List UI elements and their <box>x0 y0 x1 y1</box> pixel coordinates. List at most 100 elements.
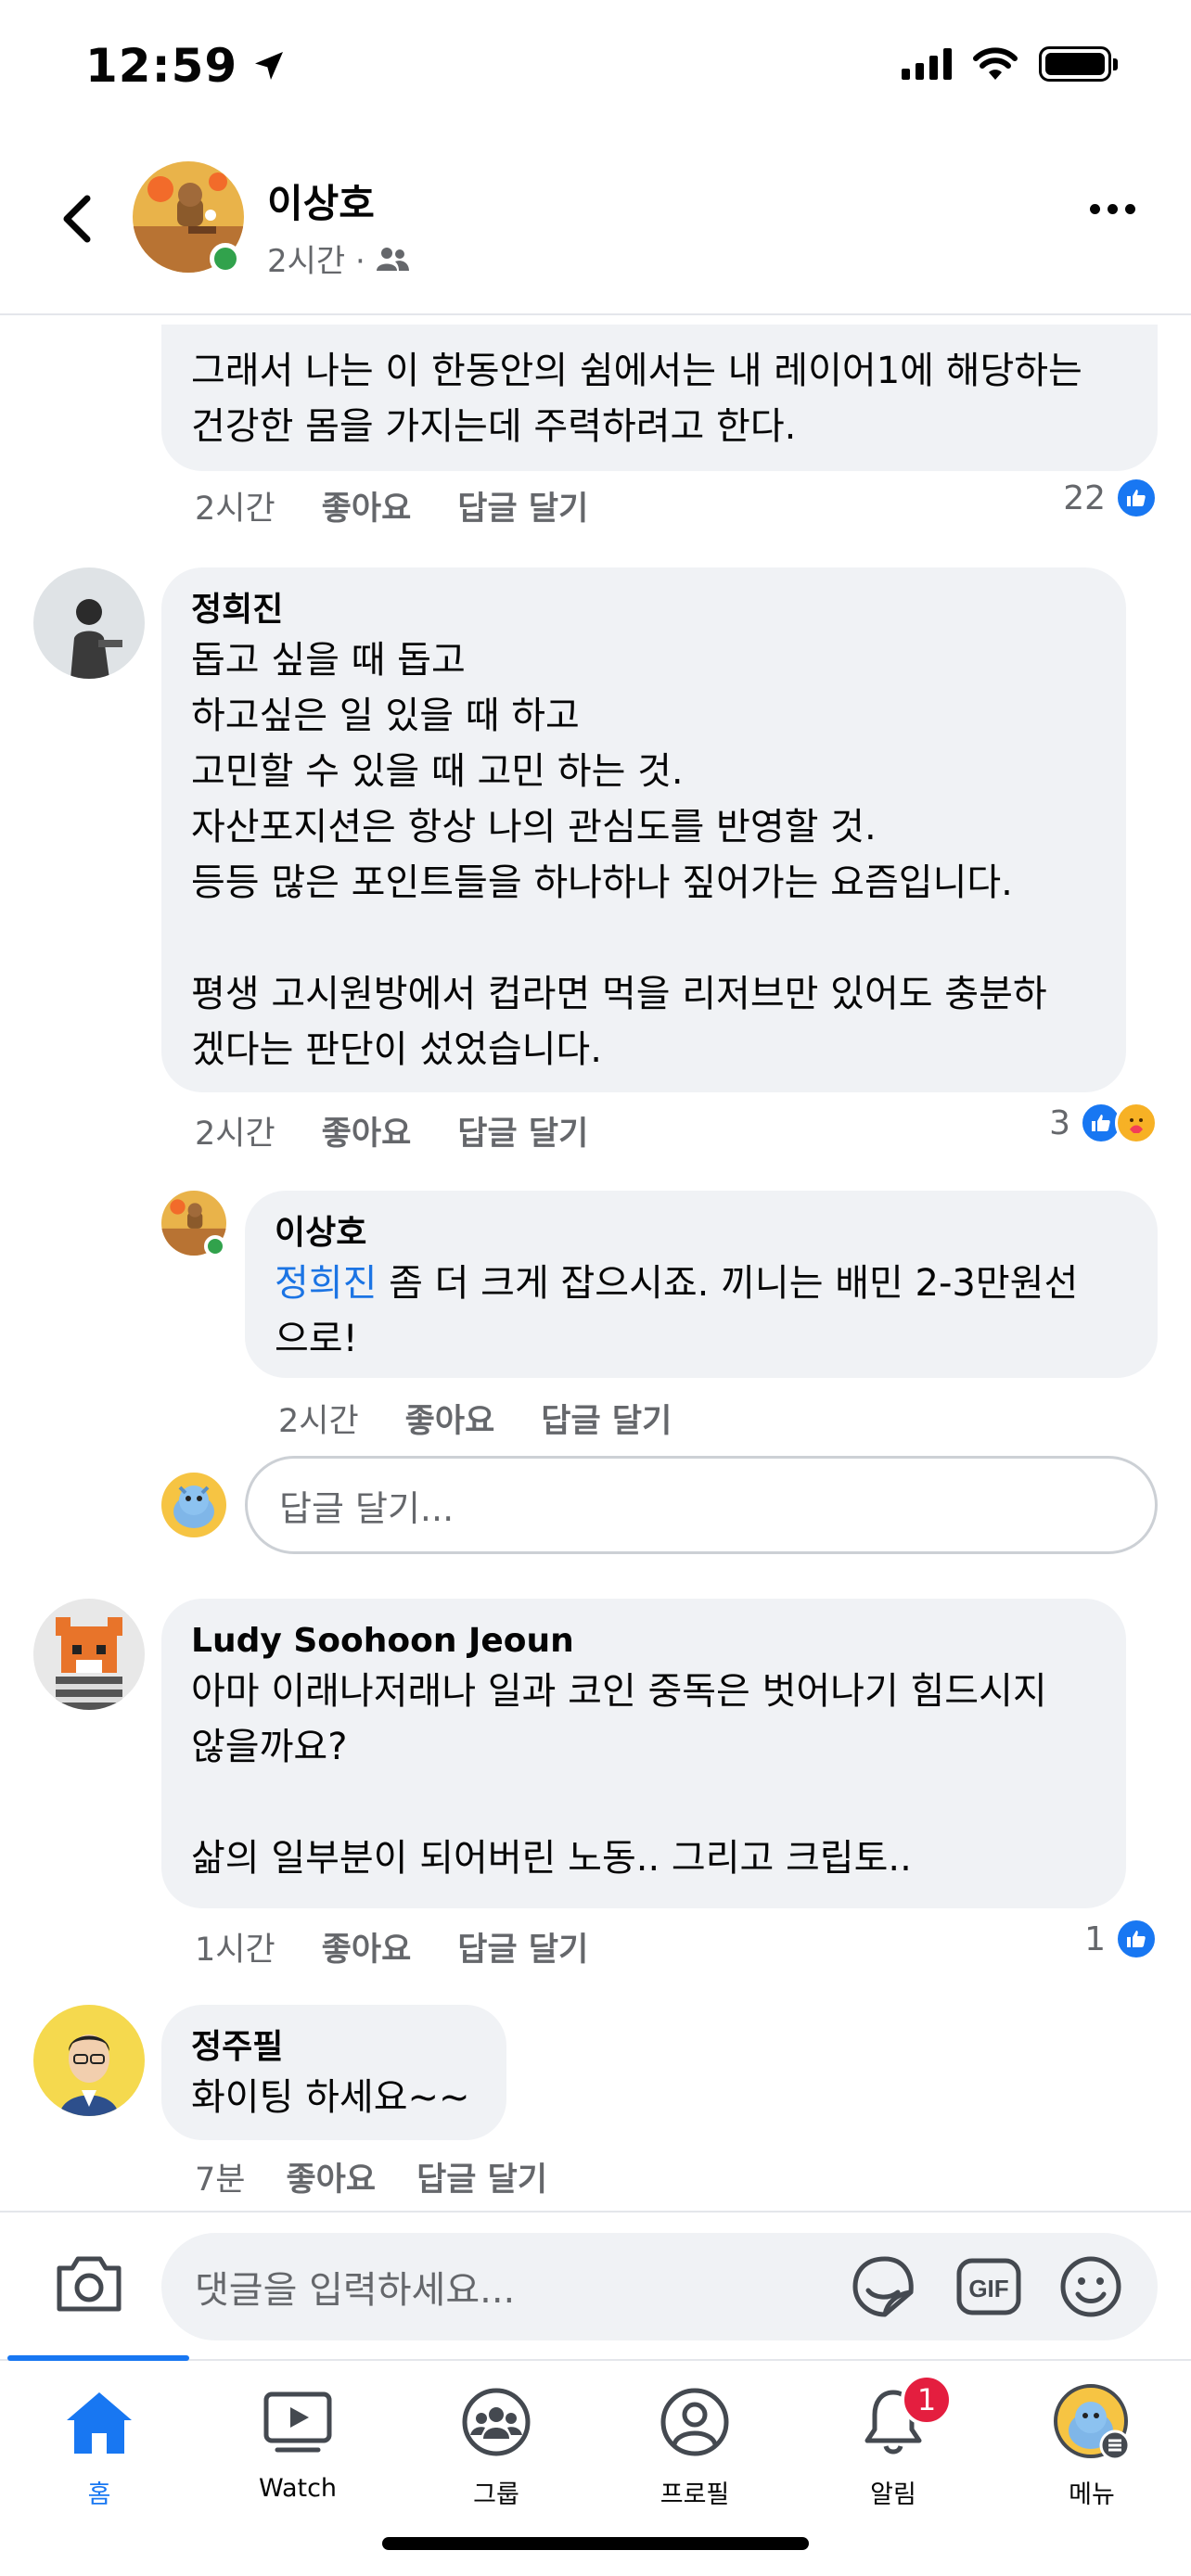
cellular-signal-icon <box>902 48 952 80</box>
comment-actions: 2시간 좋아요 답글 달기 <box>195 1107 588 1154</box>
commenter-avatar[interactable] <box>33 1599 145 1710</box>
home-indicator[interactable] <box>382 2537 809 2550</box>
comment-time: 2시간 <box>195 1116 275 1153</box>
comment-author[interactable]: 정희진 <box>191 588 1096 632</box>
commenter-avatar[interactable] <box>33 567 145 679</box>
comment-body: 아마 이래나저래나 일과 코인 중독은 벗어나기 힘드시지 않을까요? 삶의 일… <box>191 1670 1047 1880</box>
home-icon <box>67 2392 132 2454</box>
reply-author[interactable]: 이상호 <box>275 1211 1128 1256</box>
menu-avatar-icon <box>1054 2384 1131 2461</box>
location-arrow-icon <box>255 52 284 80</box>
emoji-icon[interactable] <box>1059 2255 1122 2318</box>
status-bar: 12:59 <box>0 0 1191 139</box>
comment-bubble: 정주필 화이팅 하세요~~ <box>161 2005 506 2140</box>
tab-groups[interactable]: 그룹 <box>397 2378 596 2510</box>
reply-text-line2: 으로! <box>275 1318 358 1360</box>
comment-body: 돕고 싶을 때 돕고 하고싶은 일 있을 때 하고 고민할 수 있을 때 고민 … <box>191 639 1047 1071</box>
like-button[interactable]: 좋아요 <box>286 2153 376 2200</box>
comment-input-placeholder: 댓글을 입력하세요... <box>195 2269 516 2312</box>
tab-profile[interactable]: 프로필 <box>596 2378 794 2510</box>
care-reaction-icon <box>1115 1102 1158 1144</box>
mention-link[interactable]: 정희진 <box>275 1262 377 1305</box>
reply-button[interactable]: 답글 달기 <box>416 2153 547 2200</box>
reaction-summary[interactable]: 3 <box>1049 1102 1158 1144</box>
post-header: 이상호 2시간 · <box>0 139 1191 315</box>
commenter-avatar[interactable] <box>33 2005 145 2116</box>
comment-actions: 2시간 좋아요 답글 달기 <box>195 482 588 529</box>
reaction-summary[interactable]: 1 <box>1084 1918 1158 1960</box>
reply-bubble: 이상호 정희진 좀 더 크게 잡으시죠. 끼니는 배민 2-3만원선으로! <box>245 1191 1158 1378</box>
svg-text:GIF: GIF <box>968 2275 1008 2302</box>
comment-body: 화이팅 하세요~~ <box>191 2076 470 2119</box>
sticker-icon[interactable] <box>852 2255 918 2318</box>
battery-icon <box>1039 46 1118 82</box>
reaction-count: 1 <box>1084 1919 1106 1958</box>
reply-button[interactable]: 답글 달기 <box>457 1923 588 1970</box>
author-name[interactable]: 이상호 <box>267 172 375 229</box>
tab-label: 메뉴 <box>1069 2480 1115 2509</box>
reply-input[interactable]: 답글 달기... <box>245 1456 1158 1554</box>
comment-actions: 1시간 좋아요 답글 달기 <box>195 1923 588 1970</box>
clock-text: 12:59 <box>85 39 238 93</box>
comment-time: 7분 <box>195 2162 246 2199</box>
tab-home[interactable]: 홈 <box>0 2378 198 2510</box>
camera-icon <box>57 2256 122 2312</box>
tab-label: 알림 <box>870 2480 916 2509</box>
current-user-avatar <box>161 1473 226 1537</box>
tab-label: 그룹 <box>473 2480 519 2509</box>
like-button[interactable]: 좋아요 <box>405 1395 495 1442</box>
status-indicators <box>902 46 1118 82</box>
like-button[interactable]: 좋아요 <box>322 1107 412 1154</box>
reply-button[interactable]: 답글 달기 <box>457 482 588 529</box>
watch-icon <box>263 2391 332 2453</box>
active-tab-indicator <box>7 2355 189 2361</box>
post-meta: 2시간 · <box>267 236 410 281</box>
reply-body: 정희진 좀 더 크게 잡으시죠. 끼니는 배민 2-3만원선으로! <box>275 1256 1128 1367</box>
reaction-count: 3 <box>1049 1103 1070 1142</box>
tab-watch[interactable]: Watch <box>198 2378 397 2503</box>
reply-button[interactable]: 답글 달기 <box>457 1107 588 1154</box>
comment-time: 1시간 <box>195 1932 275 1969</box>
tab-label: 홈 <box>87 2480 111 2509</box>
chevron-left-icon <box>63 195 91 243</box>
comment-bubble: Ludy Soohoon Jeoun 아마 이래나저래나 일과 코인 중독은 벗… <box>161 1599 1126 1908</box>
composer-actions: GIF <box>852 2233 1122 2340</box>
tab-notifications[interactable]: 1 알림 <box>794 2374 992 2510</box>
wifi-icon <box>973 47 1018 80</box>
comment-bubble: 그래서 나는 이 한동안의 쉼에서는 내 레이어1에 해당하는 건강한 몸을 가… <box>161 325 1158 471</box>
tab-label: 프로필 <box>660 2480 730 2509</box>
back-button[interactable] <box>48 191 104 247</box>
post-time: 2시간 · <box>267 243 365 280</box>
reply-actions: 2시간 좋아요 답글 달기 <box>278 1395 672 1442</box>
profile-icon <box>660 2388 729 2456</box>
status-time: 12:59 <box>85 39 288 93</box>
like-reaction-icon <box>1115 1918 1158 1960</box>
reply-time: 2시간 <box>278 1403 359 1440</box>
tab-label: Watch <box>258 2474 338 2503</box>
like-button[interactable]: 좋아요 <box>322 1923 412 1970</box>
comment-author[interactable]: 정주필 <box>191 2025 477 2070</box>
notification-badge: 1 <box>901 2374 953 2426</box>
like-reaction-icon <box>1115 477 1158 519</box>
reply-text-line1: 좀 더 크게 잡으시죠. 끼니는 배민 2-3만원선 <box>377 1262 1079 1305</box>
reaction-summary[interactable]: 22 <box>1063 477 1158 519</box>
reply-button[interactable]: 답글 달기 <box>541 1395 672 1442</box>
comment-bubble: 정희진 돕고 싶을 때 돕고 하고싶은 일 있을 때 하고 고민할 수 있을 때… <box>161 567 1126 1092</box>
groups-icon <box>462 2388 531 2456</box>
like-button[interactable]: 좋아요 <box>322 482 412 529</box>
tab-menu[interactable]: 메뉴 <box>992 2378 1191 2510</box>
reply-input-placeholder: 답글 달기... <box>279 1487 455 1529</box>
gif-icon[interactable]: GIF <box>955 2257 1022 2316</box>
comment-body: 그래서 나는 이 한동안의 쉼에서는 내 레이어1에 해당하는 건강한 몸을 가… <box>191 350 1082 448</box>
comment-composer: 댓글을 입력하세요... GIF <box>0 2211 1191 2359</box>
online-status-dot <box>210 243 241 274</box>
camera-button[interactable] <box>54 2253 124 2318</box>
reaction-count: 22 <box>1063 478 1106 517</box>
comment-author[interactable]: Ludy Soohoon Jeoun <box>191 1619 1096 1664</box>
more-options-button[interactable] <box>1090 204 1135 214</box>
online-status-dot <box>204 1235 226 1257</box>
comment-actions: 7분 좋아요 답글 달기 <box>195 2153 547 2200</box>
comment-input[interactable]: 댓글을 입력하세요... GIF <box>161 2233 1158 2340</box>
comment-time: 2시간 <box>195 491 275 528</box>
ellipsis-icon <box>1090 204 1100 214</box>
